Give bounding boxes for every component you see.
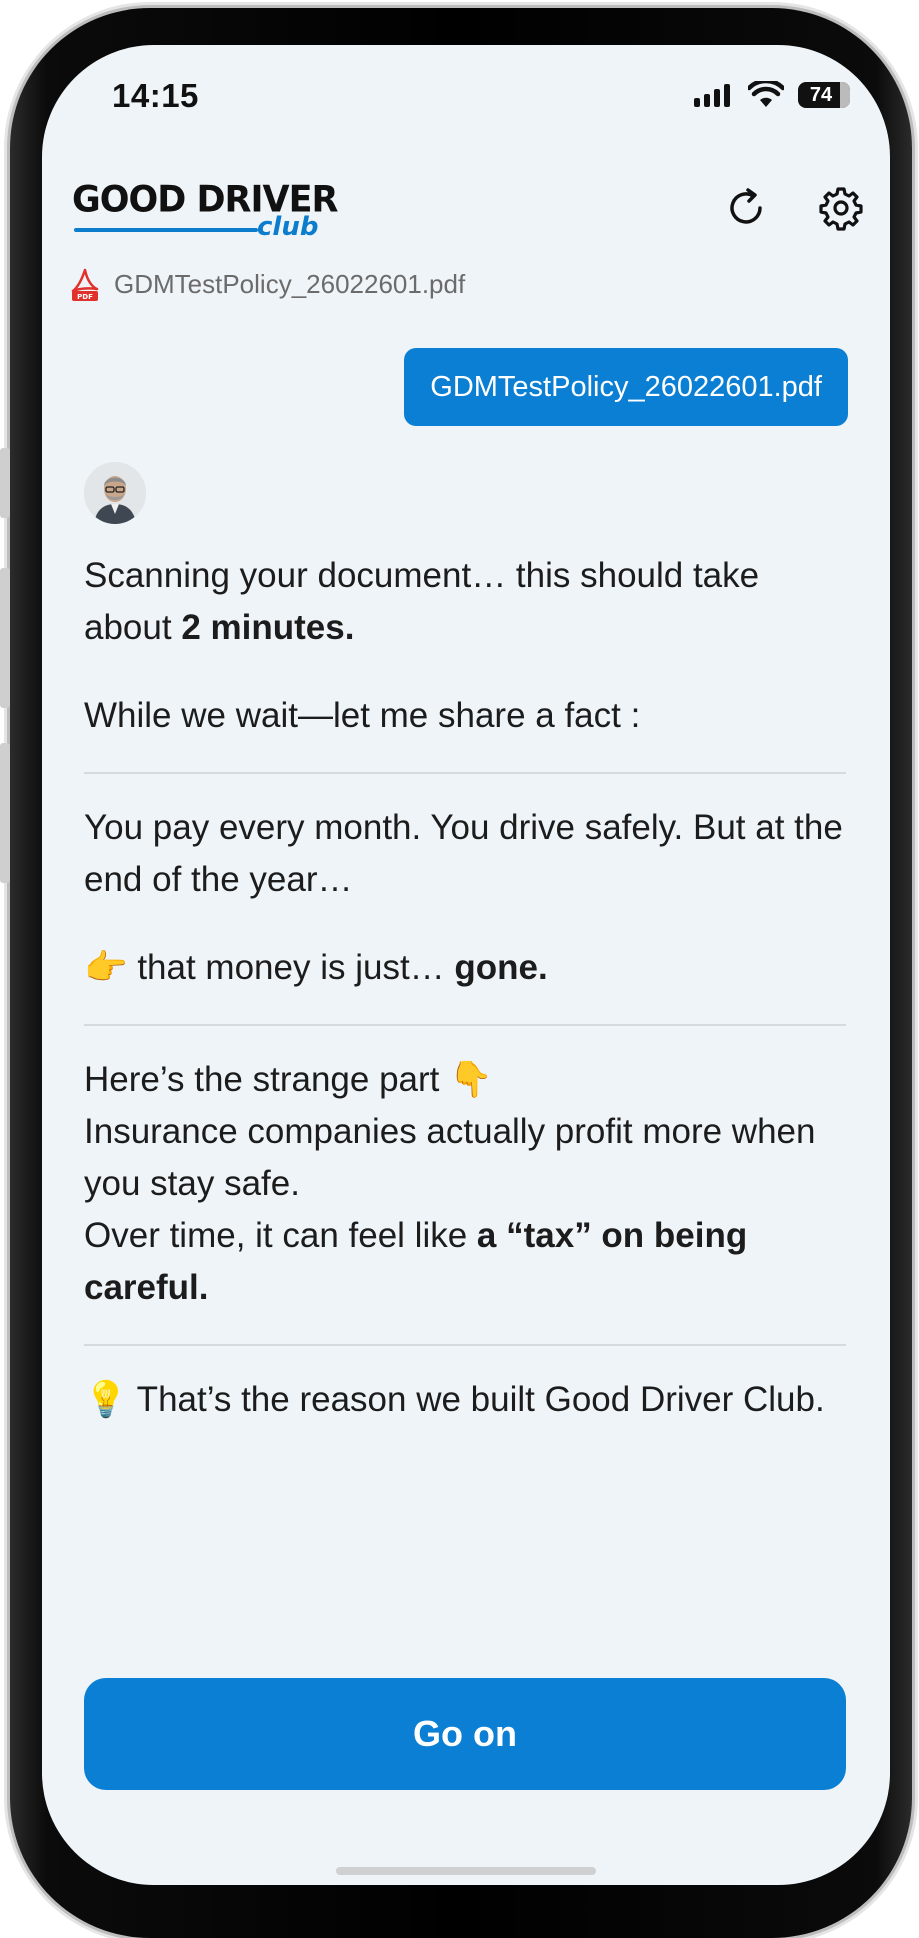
pdf-file-icon: PDF [71,268,99,301]
go-on-button[interactable]: Go on [84,1678,846,1790]
status-bar: 14:15 74 [42,45,890,155]
home-indicator [336,1867,596,1875]
assistant-message: Scanning your document… this should take… [84,550,846,1426]
avatar-portrait-icon [84,462,146,524]
logo-sub-text: club [257,212,319,242]
gear-icon [819,187,863,231]
divider [84,1024,846,1026]
refresh-icon [730,188,762,224]
scan-status-text: Scanning your document… this should take… [84,556,760,647]
wait-fact-intro: While we wait—let me share a fact : [84,696,641,735]
pointing-down-icon: 👇 [449,1060,493,1099]
fact-paragraph-1: You pay every month. You drive safely. B… [84,808,843,899]
app-screen: 14:15 74 GOOD DRIVER club PDF GDMTestPol… [42,45,890,1885]
pointing-right-icon: 👉 [84,948,128,987]
divider [84,1344,846,1346]
volume-up-button [0,568,10,708]
status-time: 14:15 [112,77,199,114]
divider [84,772,846,774]
attached-file-row[interactable]: PDF GDMTestPolicy_26022601.pdf [70,267,465,301]
lightbulb-icon: 💡 [84,1380,128,1419]
battery-indicator: 74 [798,82,850,108]
good-driver-club-logo: GOOD DRIVER club [72,181,338,242]
mute-switch [0,448,10,518]
pdf-badge: PDF [77,293,93,301]
logo-underline [74,228,258,232]
fact-paragraph-2: 👉 that money is just… gone. [84,948,548,987]
fact-paragraph-3: Here’s the strange part 👇 Insurance comp… [84,1060,816,1307]
status-icons: 74 [694,81,850,109]
user-message-bubble: GDMTestPolicy_26022601.pdf [404,348,848,426]
app-header: GOOD DRIVER club [42,160,890,260]
assistant-avatar [84,462,146,524]
attached-file-name: GDMTestPolicy_26022601.pdf [114,268,466,299]
settings-button[interactable] [813,180,869,236]
volume-down-button [0,743,10,883]
fact-paragraph-4: 💡 That’s the reason we built Good Driver… [84,1380,825,1419]
cellular-signal-icon [694,84,730,107]
battery-level: 74 [809,83,833,106]
refresh-button[interactable] [718,180,774,236]
wifi-icon [748,81,784,107]
